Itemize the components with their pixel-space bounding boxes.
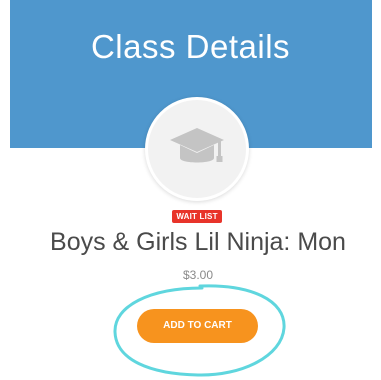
graduation-cap-icon (170, 128, 224, 163)
class-image (145, 97, 249, 201)
page-title: Class Details (90, 28, 291, 65)
class-name: Boys & Girls Lil Ninja: Mon (50, 228, 346, 256)
status-badge: WAIT LIST (172, 210, 222, 223)
highlight-annotation-circle (113, 284, 286, 377)
class-details-page: Class Details WAIT LIST Boys & Girls Lil… (0, 0, 381, 380)
